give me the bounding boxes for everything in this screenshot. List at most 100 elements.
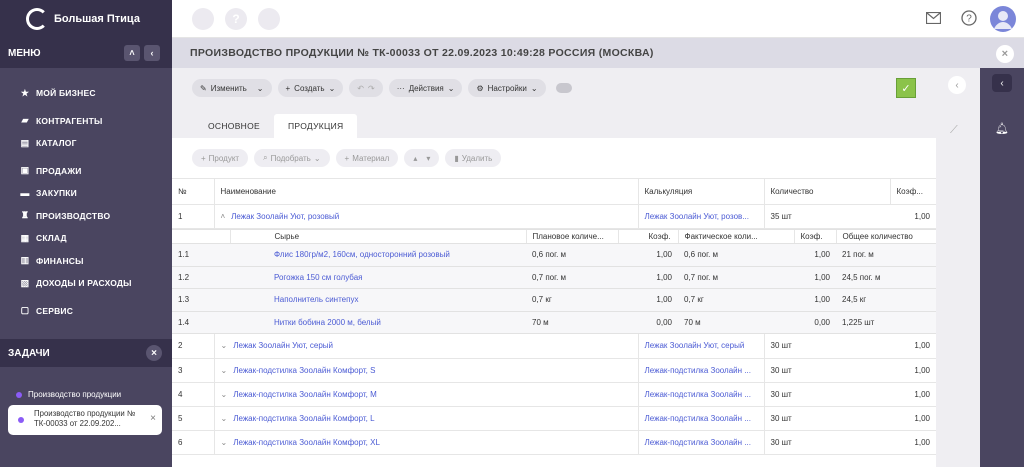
- col-name[interactable]: Наименование: [213, 178, 638, 205]
- sidebar-item-contractors[interactable]: ▰ КОНТРАГЕНТЫ: [0, 110, 172, 133]
- task-item-active[interactable]: Производство продукции № ТК-00033 от 22.…: [8, 405, 162, 435]
- add-material-button[interactable]: + Материал: [335, 149, 399, 167]
- star-icon: ★: [20, 87, 30, 98]
- bell-icon[interactable]: 🔔︎: [995, 122, 1009, 135]
- logo[interactable]: Большая Птица: [0, 0, 172, 38]
- product-link[interactable]: Лежак-подстилка Зоолайн Комфорт, L: [233, 414, 374, 423]
- move-buttons[interactable]: ▴ ▾: [404, 149, 440, 167]
- chevron-left-icon[interactable]: ‹: [144, 45, 160, 61]
- arrow-up-icon: ▴: [413, 153, 418, 163]
- chevron-down-icon: ⌄: [447, 83, 455, 93]
- product-link[interactable]: Лежак Зоолайн Уют, серый: [233, 341, 333, 350]
- tab-main[interactable]: ОСНОВНОЕ: [194, 114, 274, 138]
- search-icon: ⌕: [263, 153, 268, 162]
- material-link[interactable]: Нитки бобина 2000 м, белый: [230, 311, 526, 334]
- sidebar-item-income-expenses[interactable]: ▧ ДОХОДЫ И РАСХОДЫ: [0, 272, 172, 295]
- calc-link[interactable]: Лежак-подстилка Зоолайн ...: [637, 382, 764, 407]
- mail-icon[interactable]: [926, 12, 941, 24]
- chevron-down-icon[interactable]: ⌄: [221, 341, 228, 350]
- calc-link[interactable]: Лежак-подстилка Зоолайн ...: [637, 430, 764, 455]
- col-raw: Сырье: [229, 229, 526, 244]
- sidebar-item-warehouse[interactable]: ▦ СКЛАД: [0, 227, 172, 250]
- sidebar-item-finance[interactable]: ▥ ФИНАНСЫ: [0, 250, 172, 273]
- top-bar: ? ?: [172, 0, 1024, 38]
- material-row[interactable]: 1.4 Нитки бобина 2000 м, белый 70 м 0,00…: [172, 311, 936, 334]
- product-link[interactable]: Лежак-подстилка Зоолайн Комфорт, XL: [233, 438, 380, 447]
- sidebar-item-catalog[interactable]: ▤ КАТАЛОГ: [0, 132, 172, 155]
- product-link[interactable]: Лежак-подстилка Зоолайн Комфорт, S: [233, 366, 375, 375]
- tab-products[interactable]: ПРОДУКЦИЯ: [274, 114, 358, 138]
- help-placeholder-button[interactable]: ?: [225, 8, 247, 30]
- material-link[interactable]: Флис 180гр/м2, 160см, односторонний розо…: [230, 243, 526, 267]
- settings-button[interactable]: ⚙ Настройки ⌄: [468, 79, 546, 97]
- col-qty[interactable]: Количество: [763, 178, 890, 205]
- undo-icon: ↶: [357, 83, 364, 93]
- close-icon[interactable]: ×: [150, 413, 156, 435]
- col-actual: Фактическое коли...: [677, 229, 794, 244]
- plus-icon: +: [285, 83, 291, 93]
- chevron-up-icon[interactable]: ˄: [221, 212, 226, 221]
- chevron-down-icon: ⌄: [530, 83, 538, 93]
- main-nav: ★ МОЙ БИЗНЕС ▰ КОНТРАГЕНТЫ ▤ КАТАЛОГ ▣ ПРОДА…: [0, 68, 172, 322]
- chevron-left-icon[interactable]: ‹: [948, 76, 966, 94]
- sidebar-item-my-business[interactable]: ★ МОЙ БИЗНЕС: [0, 82, 172, 105]
- materials-subtable-row: Сырье Плановое количе... Коэф. Фактическ…: [172, 229, 936, 335]
- sidebar-item-sales[interactable]: ▣ ПРОДАЖИ: [0, 160, 172, 183]
- table-row-expanded[interactable]: 1 ˄ Лежак Зоолайн Уют, розовый Лежак Зоол…: [172, 204, 936, 229]
- table-row[interactable]: 2 ⌄ Лежак Зоолайн Уют, серый Лежак Зоолай…: [172, 334, 936, 359]
- add-product-button[interactable]: + Продукт: [192, 149, 249, 167]
- col-coef[interactable]: Коэф...: [889, 178, 936, 205]
- pick-button[interactable]: ⌕ Подобрать ⌄: [254, 149, 330, 167]
- avatar[interactable]: [990, 6, 1016, 32]
- chevron-down-icon[interactable]: ⌄: [221, 390, 228, 399]
- chevron-down-icon[interactable]: ⌄: [221, 366, 228, 375]
- chevron-down-icon: ⌄: [328, 83, 336, 93]
- delete-button[interactable]: ▮ Удалить: [445, 149, 502, 167]
- product-link[interactable]: Лежак Зоолайн Уют, розовый: [231, 212, 339, 221]
- close-icon[interactable]: ×: [146, 345, 162, 361]
- col-calc[interactable]: Калькуляция: [637, 178, 764, 205]
- placeholder-button[interactable]: [192, 8, 214, 30]
- material-link[interactable]: Наполнитель синтепух: [230, 288, 526, 312]
- placeholder-button[interactable]: [258, 8, 280, 30]
- table-row[interactable]: 3 ⌄ Лежак-подстилка Зоолайн Комфорт, S Ле…: [172, 358, 936, 383]
- chevron-down-icon[interactable]: ⌄: [221, 414, 228, 423]
- task-item[interactable]: Производство продукции: [16, 390, 121, 399]
- table-header-row: № Наименование Калькуляция Количество Ко…: [172, 178, 936, 205]
- table-row[interactable]: 6 ⌄ Лежак-подстилка Зоолайн Комфорт, XL Л…: [172, 430, 936, 455]
- calc-link[interactable]: Лежак-подстилка Зоолайн ...: [637, 406, 764, 431]
- col-total: Общее количество: [835, 229, 936, 244]
- svg-text:?: ?: [966, 14, 972, 25]
- save-check-button[interactable]: ✓: [896, 78, 916, 98]
- material-row[interactable]: 1.3 Наполнитель синтепух 0,7 кг 1,00 0,7…: [172, 288, 936, 312]
- create-button[interactable]: + Создать ⌄: [277, 79, 344, 97]
- sidebar-item-production[interactable]: ♜ ПРОИЗВОДСТВО: [0, 205, 172, 228]
- edit-button[interactable]: ✎ Изменить ⌄: [192, 79, 272, 97]
- material-row[interactable]: 1.1 Флис 180гр/м2, 160см, односторонний …: [172, 243, 936, 267]
- sidebar-item-purchases[interactable]: ▬ ЗАКУПКИ: [0, 182, 172, 205]
- chevron-left-icon[interactable]: ‹: [992, 74, 1012, 92]
- dots-icon: ···: [396, 83, 405, 93]
- table-row[interactable]: 4 ⌄ Лежак-подстилка Зоолайн Комфорт, M Ле…: [172, 382, 936, 407]
- arrow-down-icon: ▾: [426, 153, 431, 163]
- trend-icon[interactable]: ⟋: [950, 124, 958, 137]
- calc-link[interactable]: Лежак Зоолайн Уют, розов...: [637, 204, 764, 229]
- chevron-down-icon[interactable]: ⌄: [221, 438, 228, 447]
- sidebar-item-service[interactable]: ▢ СЕРВИС: [0, 300, 172, 323]
- actions-button[interactable]: ··· Действия ⌄: [388, 79, 463, 97]
- material-link[interactable]: Рогожка 150 см голубая: [230, 266, 526, 289]
- toolbar: ✎ Изменить ⌄ + Создать ⌄ ↶ ↷ ··· Действия ⌄ ⚙ На…: [172, 68, 936, 108]
- table-row[interactable]: 5 ⌄ Лежак-подстилка Зоолайн Комфорт, L Ле…: [172, 406, 936, 431]
- help-icon[interactable]: ?: [961, 10, 977, 26]
- undo-redo-button[interactable]: ↶ ↷: [349, 79, 383, 97]
- chevron-up-icon[interactable]: ˄: [124, 45, 140, 61]
- material-row[interactable]: 1.2 Рогожка 150 см голубая 0,7 пог. м 1,…: [172, 266, 936, 289]
- warehouse-icon: ▦: [20, 232, 30, 243]
- cloud-icon: [555, 83, 572, 93]
- chevron-down-icon: ⌄: [313, 153, 321, 163]
- logo-icon: [26, 8, 48, 30]
- close-document-button[interactable]: ×: [996, 45, 1014, 63]
- calc-link[interactable]: Лежак-подстилка Зоолайн ...: [637, 358, 764, 383]
- product-link[interactable]: Лежак-подстилка Зоолайн Комфорт, M: [233, 390, 377, 399]
- calc-link[interactable]: Лежак Зоолайн Уют, серый: [637, 334, 764, 359]
